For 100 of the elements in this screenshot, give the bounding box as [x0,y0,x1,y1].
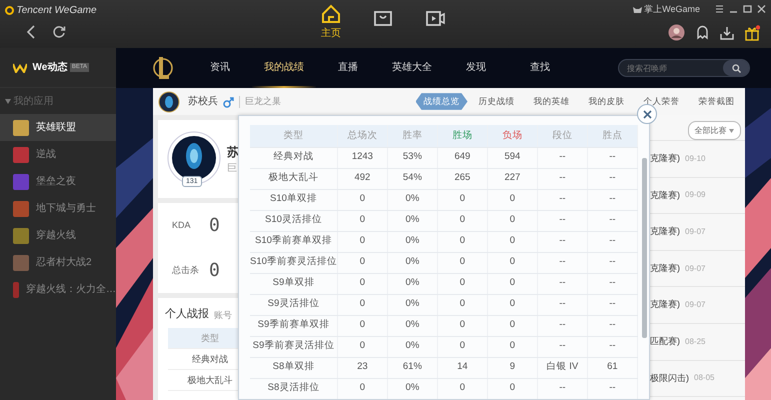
match-date: 08-05 [694,372,714,384]
nav-tab[interactable]: 直播 [316,48,380,88]
table-cell: S9季前赛单双排 [250,315,338,336]
tab[interactable]: 历史战绩 [470,93,522,110]
table-cell: -- [587,252,638,273]
table-cell: -- [537,231,588,252]
table-cell: -- [537,168,588,189]
search-button[interactable] [723,60,749,76]
table-cell: 0 [487,378,538,399]
app-title: Tencent WeGame [16,4,97,18]
gift-icon[interactable] [744,24,760,40]
table-cell: -- [587,336,638,357]
nav-tab[interactable]: 资讯 [188,48,252,88]
table-cell: -- [587,168,638,189]
nav-tab[interactable]: 发现 [444,48,508,88]
table-cell: 0 [337,378,388,399]
table-cell: 0 [487,336,538,357]
match-date: 09-07 [685,262,706,275]
table-cell: 0 [437,189,488,210]
table-cell: -- [587,315,638,336]
server-name: 巨龙之巢 [245,94,281,108]
sidebar-item[interactable]: 堡垒之夜 [0,168,116,195]
table-cell: -- [587,210,638,231]
tab[interactable]: 个人荣誉 [636,93,688,110]
nav-tab[interactable]: 英雄大全 [380,48,444,88]
column-header: 总场次 [337,125,388,147]
sidebar-item[interactable]: 逆战 [0,141,116,168]
match-date: 09-10 [685,152,706,165]
column-header: 胜率 [387,125,438,147]
column-header: 负场 [487,125,538,147]
game-logo-icon [153,55,173,81]
sidebar-item[interactable]: 英雄联盟 [0,114,116,141]
table-cell: 0 [437,336,488,357]
sidebar-item[interactable]: 穿越火线：火力全… [0,276,116,303]
match-mode: 克隆赛) [650,188,680,202]
sidebar-item[interactable]: 地下城与勇士 [0,195,116,222]
table-cell: -- [537,378,588,399]
filter-dropdown[interactable]: 全部比赛 [688,121,741,140]
sidebar-item[interactable]: 忍者村大战2 [0,249,116,276]
back-icon[interactable] [25,24,37,38]
tab[interactable]: 荣誉截图 [690,93,742,110]
table-cell: 0 [437,231,488,252]
nav-tab[interactable]: 查找 [508,48,572,88]
table-cell: -- [587,273,638,294]
download-icon[interactable] [720,26,734,40]
table-cell: 0 [487,315,538,336]
mobile-app-link[interactable]: 掌上WeGame [644,2,700,16]
player-name: 苏校兵 [188,94,218,109]
table-cell: S8单双排 [250,357,338,378]
feed-link[interactable]: We动态 [32,60,68,75]
table-cell: 14 [437,357,488,378]
tab[interactable]: 我的英雄 [526,93,578,110]
table-cell: S10单双排 [250,189,338,210]
table-cell: 0 [437,378,488,399]
table-cell: 0 [487,252,538,273]
table-cell: 61% [387,357,438,378]
male-icon [223,96,234,108]
avatar-icon[interactable] [158,90,180,112]
column-header: 类型 [250,125,338,147]
avatar-icon[interactable] [668,24,685,41]
maximize-icon[interactable] [743,5,752,14]
table-cell: 53% [387,147,438,168]
collapse-icon[interactable] [5,98,11,104]
tab[interactable]: 我的皮肤 [580,93,632,110]
table-cell: S10季前赛灵活排位 [250,252,338,273]
table-cell: 594 [487,147,538,168]
table-cell: 0 [437,252,488,273]
table-cell: -- [537,189,588,210]
section-title: 个人战报 [165,307,209,322]
table-cell: 0% [387,231,438,252]
table-cell: 9 [487,357,538,378]
sidebar-item[interactable]: 穿越火线 [0,222,116,249]
scrollbar-thumb[interactable] [642,158,647,338]
table-cell: S10灵活排位 [250,210,338,231]
table-cell: 0 [487,273,538,294]
table-cell: 0% [387,252,438,273]
server-name: 巨 [227,162,238,176]
logo-icon [5,6,14,14]
refresh-icon[interactable] [52,24,66,38]
stat-value: 0 [209,214,220,238]
table-cell: 0 [437,294,488,315]
table-cell: -- [587,189,638,210]
table-cell: 极地大乱斗 [250,168,338,189]
search-field[interactable]: 搜索召唤师 [619,60,719,76]
table-cell: 0 [337,294,388,315]
match-date: 09-07 [685,226,706,238]
column-header: 段位 [537,125,588,147]
match-mode: 克隆赛) [650,298,680,312]
menu-icon[interactable] [715,5,724,14]
search-icon [732,64,740,72]
nav-tab[interactable]: 主页 [320,2,342,40]
table-cell: 0% [387,378,438,399]
table-cell: 0% [387,294,438,315]
table-cell: -- [587,294,638,315]
close-icon[interactable] [757,5,766,14]
close-icon [642,110,652,118]
search-bar[interactable]: 搜索召唤师 [618,59,750,77]
ghost-icon[interactable] [695,25,710,40]
table-cell: 23 [337,357,388,378]
table-cell: S9季前赛灵活排位 [250,336,338,357]
